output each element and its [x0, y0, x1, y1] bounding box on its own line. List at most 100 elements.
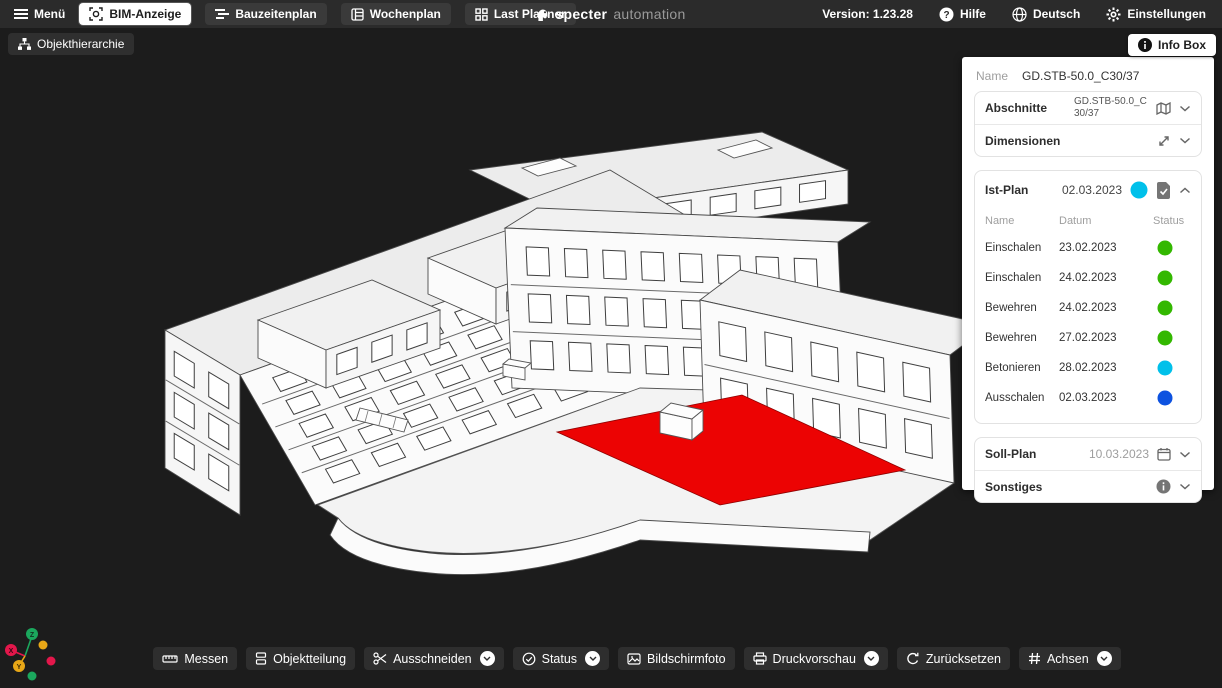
ist-plan-status-dot — [1130, 181, 1148, 199]
achsen-label: Achsen — [1047, 652, 1089, 666]
axis-x-handle[interactable]: X — [5, 644, 17, 656]
abschnitte-row[interactable]: Abschnitte GD.STB-50.0_C30/37 — [975, 92, 1201, 124]
druckvorschau-label: Druckvorschau — [773, 652, 856, 666]
top-bar: Menü BIM-Anzeige Bauzeitenplan — [0, 0, 1222, 28]
status-button[interactable]: Status — [513, 647, 609, 670]
tab-wochenplan[interactable]: Wochenplan — [341, 3, 451, 25]
sonstiges-row[interactable]: Sonstiges — [975, 470, 1201, 502]
ausschneiden-button[interactable]: Ausschneiden — [364, 647, 504, 670]
object-hierarchy-button[interactable]: Objekthierarchie — [8, 33, 134, 55]
language-button[interactable]: Deutsch — [1012, 7, 1080, 22]
brand-suffix: automation — [613, 6, 685, 22]
screenshot-icon — [627, 653, 641, 665]
svg-text:?: ? — [943, 10, 949, 21]
bildschirmfoto-label: Bildschirmfoto — [647, 652, 726, 666]
axis-neg-y-dot[interactable] — [39, 641, 48, 650]
scissors-icon — [373, 652, 387, 665]
plans-card: Soll-Plan 10.03.2023 Sonstiges — [974, 437, 1202, 503]
axis-z-handle[interactable]: Z — [26, 628, 38, 640]
info-icon — [1138, 38, 1152, 52]
abschnitte-value: GD.STB-50.0_C30/37 — [1074, 96, 1148, 120]
slab-box — [660, 403, 703, 440]
printer-icon — [753, 652, 767, 665]
split-object-icon — [255, 652, 267, 665]
gear-icon — [1106, 7, 1121, 22]
ist-plan-card: Ist-Plan 02.03.2023 Name — [974, 170, 1202, 424]
druckvorschau-button[interactable]: Druckvorschau — [744, 647, 888, 670]
bim-view-icon — [89, 7, 103, 21]
chevron-down-icon[interactable] — [1179, 105, 1191, 112]
status-dot — [1157, 360, 1173, 376]
zuruecksetzen-label: Zurücksetzen — [926, 652, 1001, 666]
gantt-icon — [215, 8, 229, 20]
tab-bauzeitenplan-label: Bauzeitenplan — [235, 7, 316, 21]
info-panel: Name GD.STB-50.0_C30/37 Abschnitte GD.ST… — [962, 57, 1214, 490]
help-button[interactable]: ? Hilfe — [939, 7, 986, 22]
main-menu-button[interactable]: Menü — [14, 7, 65, 21]
status-dot — [1157, 300, 1173, 316]
help-label: Hilfe — [960, 7, 986, 21]
status-check-icon — [522, 652, 536, 666]
soll-plan-row[interactable]: Soll-Plan 10.03.2023 — [975, 438, 1201, 470]
chevron-up-icon[interactable] — [1179, 187, 1191, 194]
ruler-icon — [162, 654, 178, 664]
info-box-label: Info Box — [1158, 38, 1206, 52]
brand-name: specter — [555, 6, 607, 22]
status-dot — [1157, 240, 1173, 256]
ausschneiden-label: Ausschneiden — [393, 652, 472, 666]
chevron-down-icon[interactable] — [1179, 137, 1191, 144]
chevron-down-icon[interactable] — [1179, 451, 1191, 458]
axis-y-handle[interactable]: Y — [13, 660, 25, 672]
object-hierarchy-label: Objekthierarchie — [37, 37, 124, 51]
reset-rotate-icon — [906, 652, 920, 666]
settings-button[interactable]: Einstellungen — [1106, 7, 1206, 22]
table-row: Einschalen24.02.2023 — [985, 263, 1191, 293]
abschnitte-label: Abschnitte — [985, 101, 1047, 115]
dimensionen-row[interactable]: Dimensionen — [975, 124, 1201, 156]
tab-bim-anzeige[interactable]: BIM-Anzeige — [79, 3, 191, 25]
status-dropdown[interactable] — [585, 651, 600, 666]
zuruecksetzen-button[interactable]: Zurücksetzen — [897, 647, 1010, 670]
chevron-down-icon[interactable] — [1179, 483, 1191, 490]
ist-plan-table: Name Datum Status Einschalen23.02.2023 E… — [975, 209, 1201, 419]
messen-button[interactable]: Messen — [153, 647, 237, 670]
table-row: Bewehren27.02.2023 — [985, 323, 1191, 353]
ist-plan-header[interactable]: Ist-Plan 02.03.2023 — [975, 171, 1201, 209]
achsen-button[interactable]: Achsen — [1019, 647, 1121, 670]
soll-plan-label: Soll-Plan — [985, 447, 1036, 461]
axis-neg-x-dot[interactable] — [47, 657, 56, 666]
info-filled-icon — [1156, 479, 1171, 494]
ausschneiden-dropdown[interactable] — [480, 651, 495, 666]
table-row: Bewehren24.02.2023 — [985, 293, 1191, 323]
globe-icon — [1012, 7, 1027, 22]
achsen-dropdown[interactable] — [1097, 651, 1112, 666]
bildschirmfoto-button[interactable]: Bildschirmfoto — [618, 647, 735, 670]
sections-card: Abschnitte GD.STB-50.0_C30/37 Dimensione… — [974, 91, 1202, 157]
help-icon: ? — [939, 7, 954, 22]
bottom-toolbar: Messen Objektteilung Ausschneiden — [0, 647, 1222, 670]
objektteilung-label: Objektteilung — [273, 652, 346, 666]
table-row: Einschalen23.02.2023 — [985, 233, 1191, 263]
druckvorschau-dropdown[interactable] — [864, 651, 879, 666]
brand: specter automation — [536, 6, 685, 22]
ist-plan-date: 02.03.2023 — [1062, 183, 1122, 197]
status-label: Status — [542, 652, 577, 666]
settings-label: Einstellungen — [1127, 7, 1206, 21]
axis-neg-z-dot[interactable] — [28, 672, 37, 681]
grid-squares-icon — [475, 8, 488, 21]
map-icon — [1156, 102, 1171, 115]
svg-text:Y: Y — [17, 664, 22, 671]
sonstiges-label: Sonstiges — [985, 480, 1042, 494]
col-datum: Datum — [1059, 215, 1145, 227]
axis-gizmo[interactable]: Z X Y — [0, 618, 70, 688]
messen-label: Messen — [184, 652, 228, 666]
app-window: Menü BIM-Anzeige Bauzeitenplan — [0, 0, 1222, 688]
tab-bauzeitenplan[interactable]: Bauzeitenplan — [205, 3, 326, 25]
version-label: Version: 1.23.28 — [822, 7, 913, 21]
weekplan-icon — [351, 8, 364, 21]
ghost-logo-icon — [536, 7, 549, 22]
tab-wochenplan-label: Wochenplan — [370, 7, 441, 21]
info-box-toggle[interactable]: Info Box — [1128, 34, 1216, 56]
objektteilung-button[interactable]: Objektteilung — [246, 647, 355, 670]
menu-label: Menü — [34, 7, 65, 21]
